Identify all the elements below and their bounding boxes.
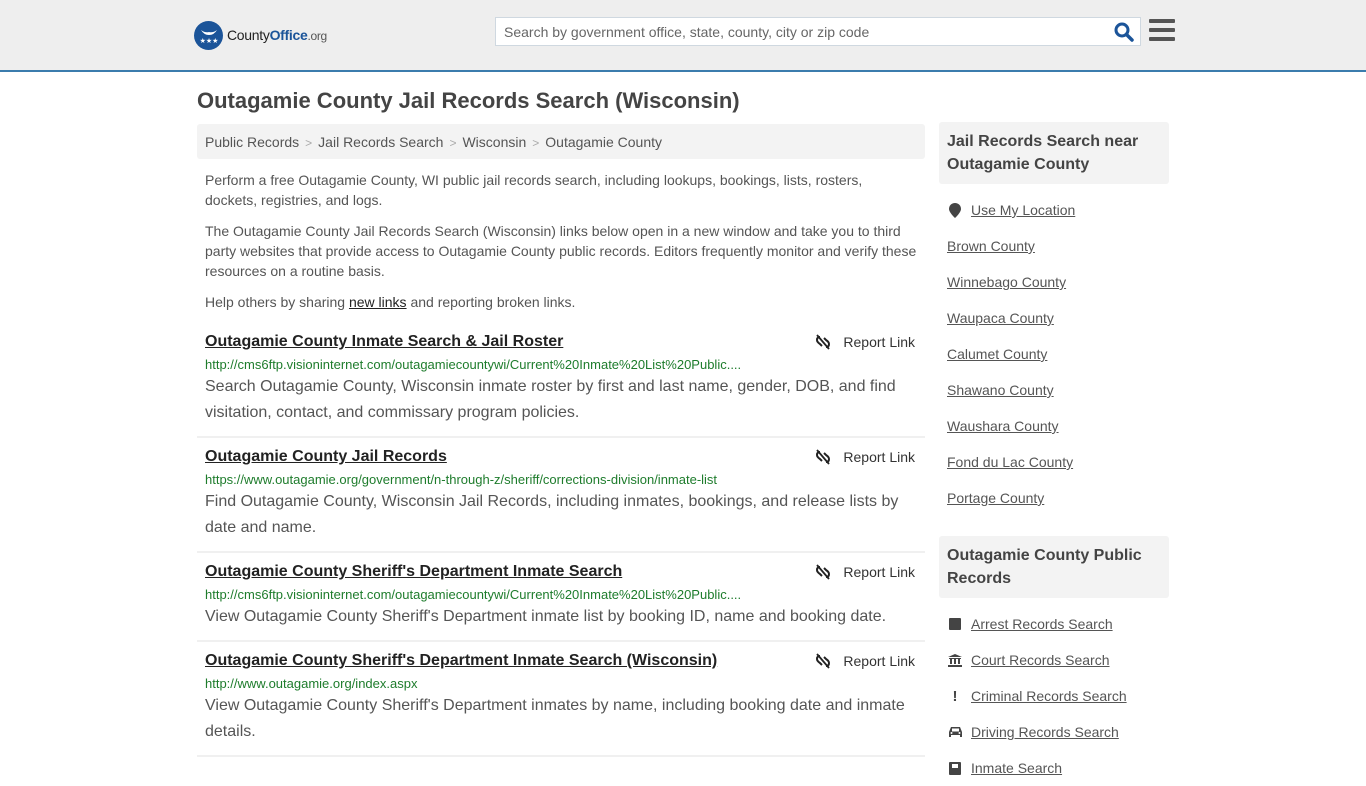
result-description: Search Outagamie County, Wisconsin inmat… xyxy=(205,378,896,421)
result-item: Outagamie County Sheriff's Department In… xyxy=(197,651,925,757)
nearby-county-link[interactable]: Fond du Lac County xyxy=(947,454,1073,470)
nearby-county-item: Shawano County xyxy=(947,372,1161,408)
public-record-item: ! Criminal Records Search xyxy=(947,678,1161,714)
criminal-records-link[interactable]: Criminal Records Search xyxy=(971,688,1127,704)
nearby-county-link[interactable]: Waushara County xyxy=(947,418,1059,434)
driving-records-link[interactable]: Driving Records Search xyxy=(971,724,1119,740)
broken-link-icon xyxy=(816,653,831,669)
result-title-link[interactable]: Outagamie County Inmate Search & Jail Ro… xyxy=(205,332,563,352)
intro-paragraph-2: The Outagamie County Jail Records Search… xyxy=(205,223,917,279)
nearby-list: Use My Location Brown County Winnebago C… xyxy=(939,184,1169,516)
main-content: Public Records > Jail Records Search > Wisco… xyxy=(197,124,925,766)
search-box xyxy=(495,17,1141,46)
eagle-star-icon: ★★★ xyxy=(194,20,223,50)
intro-paragraph-1: Perform a free Outagamie County, WI publ… xyxy=(205,172,863,208)
result-url: http://cms6ftp.visioninternet.com/outaga… xyxy=(205,357,742,372)
breadcrumb-separator: > xyxy=(305,136,313,150)
result-description: View Outagamie County Sheriff's Departme… xyxy=(205,697,905,740)
car-icon xyxy=(947,726,963,738)
result-description: Find Outagamie County, Wisconsin Jail Re… xyxy=(205,493,899,536)
result-item: Outagamie County Sheriff's Department In… xyxy=(197,562,925,642)
site-header: ★★★ CountyOffice.org xyxy=(0,0,1366,72)
id-card-icon xyxy=(947,761,963,775)
report-link-button[interactable]: Report Link xyxy=(815,447,915,467)
logo-text: CountyOffice.org xyxy=(227,27,327,43)
use-my-location-item: Use My Location xyxy=(947,192,1161,228)
hamburger-menu-icon[interactable] xyxy=(1149,19,1175,41)
nearby-county-link[interactable]: Calumet County xyxy=(947,346,1047,362)
breadcrumb: Public Records > Jail Records Search > Wisco… xyxy=(197,124,925,159)
result-description: View Outagamie County Sheriff's Departme… xyxy=(205,608,887,625)
arrest-records-link[interactable]: Arrest Records Search xyxy=(971,616,1113,632)
use-my-location-link[interactable]: Use My Location xyxy=(971,202,1075,218)
public-records-heading: Outagamie County Public Records xyxy=(939,536,1169,598)
breadcrumb-wisconsin[interactable]: Wisconsin xyxy=(462,134,526,150)
result-item: Outagamie County Jail Records Report Lin… xyxy=(197,447,925,553)
search-input[interactable] xyxy=(496,18,1096,45)
nearby-county-item: Winnebago County xyxy=(947,264,1161,300)
result-title-link[interactable]: Outagamie County Sheriff's Department In… xyxy=(205,651,717,671)
breadcrumb-separator: > xyxy=(532,136,540,150)
court-records-link[interactable]: Court Records Search xyxy=(971,652,1110,668)
result-url: http://www.outagamie.org/index.aspx xyxy=(205,676,418,691)
new-links-link[interactable]: new links xyxy=(349,294,407,310)
broken-link-icon xyxy=(816,564,831,580)
svg-text:★★★: ★★★ xyxy=(199,37,218,45)
broken-link-icon xyxy=(816,334,831,350)
square-icon xyxy=(947,618,963,630)
site-logo[interactable]: ★★★ CountyOffice.org xyxy=(194,20,327,50)
page-title: Outagamie County Jail Records Search (Wi… xyxy=(197,88,740,113)
public-record-item: Arrest Records Search xyxy=(947,606,1161,642)
result-url: https://www.outagamie.org/government/n-t… xyxy=(205,472,718,487)
breadcrumb-public-records[interactable]: Public Records xyxy=(205,134,299,150)
nearby-heading: Jail Records Search near Outagamie Count… xyxy=(939,122,1169,184)
nearby-county-link[interactable]: Shawano County xyxy=(947,382,1054,398)
breadcrumb-outagamie-county[interactable]: Outagamie County xyxy=(545,134,662,150)
intro: Perform a free Outagamie County, WI publ… xyxy=(197,170,925,312)
courthouse-icon xyxy=(947,653,963,667)
map-pin-icon xyxy=(947,202,963,218)
nearby-county-item: Waushara County xyxy=(947,408,1161,444)
nearby-county-item: Waupaca County xyxy=(947,300,1161,336)
nearby-county-item: Brown County xyxy=(947,228,1161,264)
public-records-list: Arrest Records Search Court Records Sear… xyxy=(939,598,1169,786)
search-button[interactable] xyxy=(1114,22,1134,42)
nearby-county-link[interactable]: Waupaca County xyxy=(947,310,1054,326)
public-record-item: Driving Records Search xyxy=(947,714,1161,750)
result-title-link[interactable]: Outagamie County Sheriff's Department In… xyxy=(205,562,622,582)
nearby-county-link[interactable]: Winnebago County xyxy=(947,274,1066,290)
nearby-county-item: Portage County xyxy=(947,480,1161,516)
breadcrumb-jail-records-search[interactable]: Jail Records Search xyxy=(318,134,443,150)
public-record-item: Court Records Search xyxy=(947,642,1161,678)
intro-paragraph-3: Help others by sharing new links and rep… xyxy=(205,294,576,310)
report-link-button[interactable]: Report Link xyxy=(815,651,915,671)
exclamation-icon: ! xyxy=(952,687,958,705)
nearby-county-link[interactable]: Portage County xyxy=(947,490,1044,506)
search-icon xyxy=(1114,22,1134,42)
broken-link-icon xyxy=(816,449,831,465)
result-title-link[interactable]: Outagamie County Jail Records xyxy=(205,447,447,467)
sidebar: Jail Records Search near Outagamie Count… xyxy=(939,122,1169,786)
results-list: Outagamie County Inmate Search & Jail Ro… xyxy=(197,332,925,757)
inmate-search-link[interactable]: Inmate Search xyxy=(971,760,1062,776)
breadcrumb-separator: > xyxy=(449,136,457,150)
public-record-item: Inmate Search xyxy=(947,750,1161,786)
nearby-county-item: Calumet County xyxy=(947,336,1161,372)
result-item: Outagamie County Inmate Search & Jail Ro… xyxy=(197,332,925,438)
result-url: http://cms6ftp.visioninternet.com/outaga… xyxy=(205,587,742,602)
report-link-button[interactable]: Report Link xyxy=(815,332,915,352)
nearby-county-item: Fond du Lac County xyxy=(947,444,1161,480)
nearby-county-link[interactable]: Brown County xyxy=(947,238,1035,254)
report-link-button[interactable]: Report Link xyxy=(815,562,915,582)
